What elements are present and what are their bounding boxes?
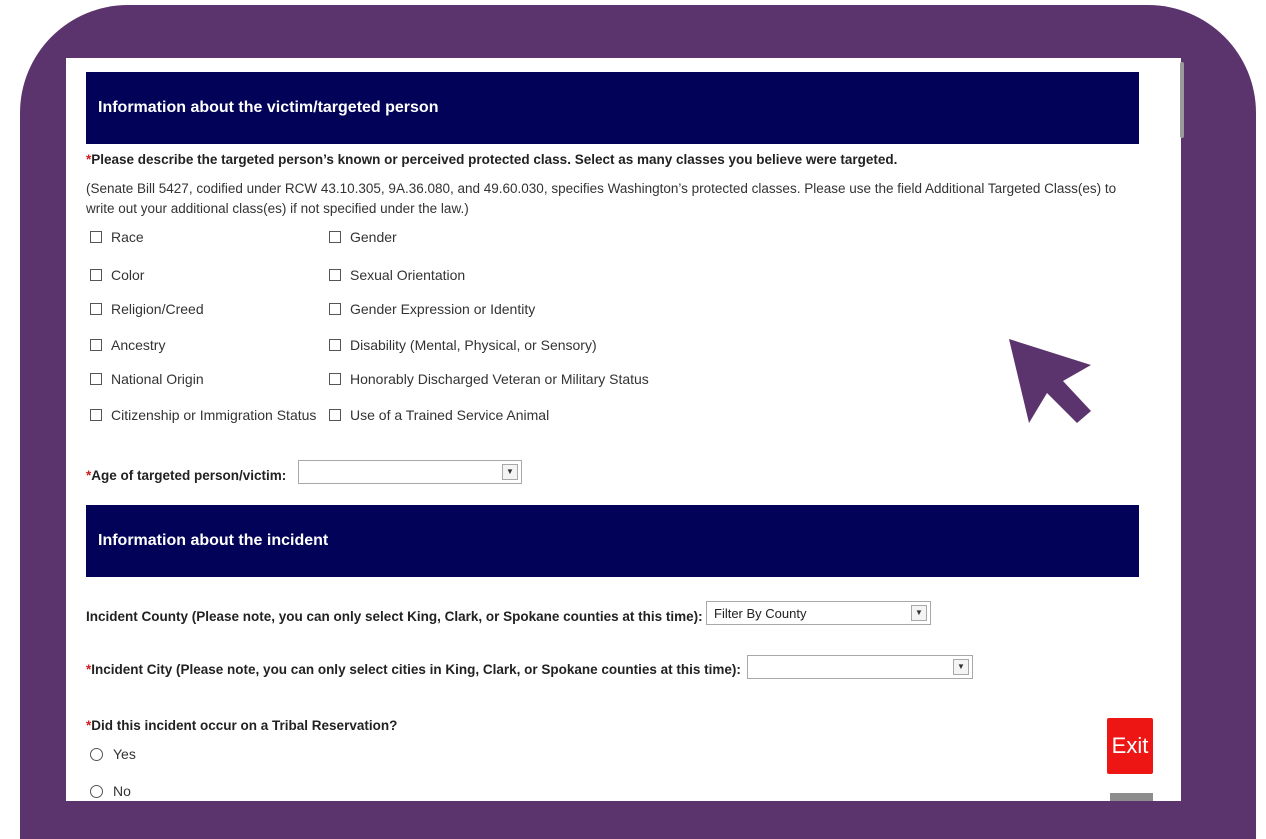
checkbox-label: Race (111, 229, 144, 245)
victim-section-header: Information about the victim/targeted pe… (86, 72, 1139, 144)
checkbox-label: Gender (350, 229, 397, 245)
form-screen: Information about the victim/targeted pe… (66, 58, 1181, 801)
checkbox-label: Honorably Discharged Veteran or Military… (350, 371, 649, 387)
checkbox-label: Citizenship or Immigration Status (111, 407, 317, 423)
checkbox-label: Gender Expression or Identity (350, 301, 536, 317)
checkbox-label: National Origin (111, 371, 204, 387)
city-label: Incident City (Please note, you can only… (91, 662, 741, 677)
radio-yes[interactable]: Yes (90, 746, 136, 762)
checkbox-box[interactable] (329, 373, 341, 385)
victim-section-title: Information about the victim/targeted pe… (98, 99, 439, 116)
checkbox-label: Color (111, 267, 145, 283)
protected-class-label: Please describe the targeted person’s kn… (91, 152, 898, 167)
city-select[interactable]: ▼ (747, 655, 973, 679)
checkbox-box[interactable] (90, 231, 102, 243)
checkbox-label: Ancestry (111, 337, 166, 353)
checkbox-box[interactable] (329, 269, 341, 281)
checkbox-national-origin[interactable]: National Origin (90, 371, 204, 387)
checkbox-race[interactable]: Race (90, 229, 144, 245)
incident-section-title: Information about the incident (98, 532, 329, 549)
county-label: Incident County (Please note, you can on… (86, 609, 703, 624)
checkbox-box[interactable] (329, 303, 341, 315)
age-label: Age of targeted person/victim: (91, 468, 287, 483)
radio-circle[interactable] (90, 784, 103, 798)
checkbox-box[interactable] (329, 409, 341, 421)
checkbox-box[interactable] (90, 303, 102, 315)
tribal-label: Did this incident occur on a Tribal Rese… (91, 718, 398, 733)
device-frame: Information about the victim/targeted pe… (0, 0, 1266, 839)
checkbox-label: Use of a Trained Service Animal (350, 407, 550, 423)
radio-label: Yes (113, 746, 136, 762)
triangle-down-icon[interactable]: ▼ (502, 464, 518, 480)
radio-label: No (113, 783, 131, 799)
protected-class-question: *Please describe the targeted person’s k… (86, 152, 897, 167)
checkbox-box[interactable] (90, 409, 102, 421)
triangle-down-icon[interactable]: ▼ (911, 605, 927, 621)
triangle-down-icon[interactable]: ▼ (953, 659, 969, 675)
county-select-value: Filter By County (714, 606, 807, 621)
incident-section-header: Information about the incident (86, 505, 1139, 577)
checkbox-box[interactable] (90, 373, 102, 385)
checkbox-gender[interactable]: Gender (329, 229, 397, 245)
exit-button[interactable]: Exit (1107, 718, 1153, 774)
scroll-indicator[interactable] (1110, 793, 1153, 801)
checkbox-color[interactable]: Color (90, 267, 144, 283)
checkbox-citizenship[interactable]: Citizenship or Immigration Status (90, 407, 316, 423)
checkbox-box[interactable] (90, 339, 102, 351)
checkbox-label: Sexual Orientation (350, 267, 466, 283)
checkbox-label: Disability (Mental, Physical, or Sensory… (350, 337, 597, 353)
checkbox-label: Religion/Creed (111, 301, 204, 317)
city-question: *Incident City (Please note, you can onl… (86, 662, 741, 677)
checkbox-service-animal[interactable]: Use of a Trained Service Animal (329, 407, 549, 423)
arrow-cursor-icon (1009, 339, 1091, 423)
checkbox-sexual-orientation[interactable]: Sexual Orientation (329, 267, 465, 283)
checkbox-box[interactable] (329, 231, 341, 243)
scrollbar-thumb[interactable] (1180, 62, 1184, 138)
checkbox-disability[interactable]: Disability (Mental, Physical, or Sensory… (329, 337, 597, 353)
protected-class-note: (Senate Bill 5427, codified under RCW 43… (86, 181, 1117, 216)
county-question: Incident County (Please note, you can on… (86, 609, 703, 624)
age-question: *Age of targeted person/victim: (86, 468, 286, 483)
checkbox-ancestry[interactable]: Ancestry (90, 337, 165, 353)
checkbox-box[interactable] (329, 339, 341, 351)
tribal-question: *Did this incident occur on a Tribal Res… (86, 718, 397, 733)
checkbox-religion-creed[interactable]: Religion/Creed (90, 301, 204, 317)
radio-circle[interactable] (90, 747, 103, 761)
checkbox-veteran-status[interactable]: Honorably Discharged Veteran or Military… (329, 371, 649, 387)
checkbox-box[interactable] (90, 269, 102, 281)
checkbox-gender-expression[interactable]: Gender Expression or Identity (329, 301, 535, 317)
age-select[interactable]: ▼ (298, 460, 522, 484)
radio-no[interactable]: No (90, 783, 131, 799)
county-select[interactable]: Filter By County ▼ (706, 601, 931, 625)
